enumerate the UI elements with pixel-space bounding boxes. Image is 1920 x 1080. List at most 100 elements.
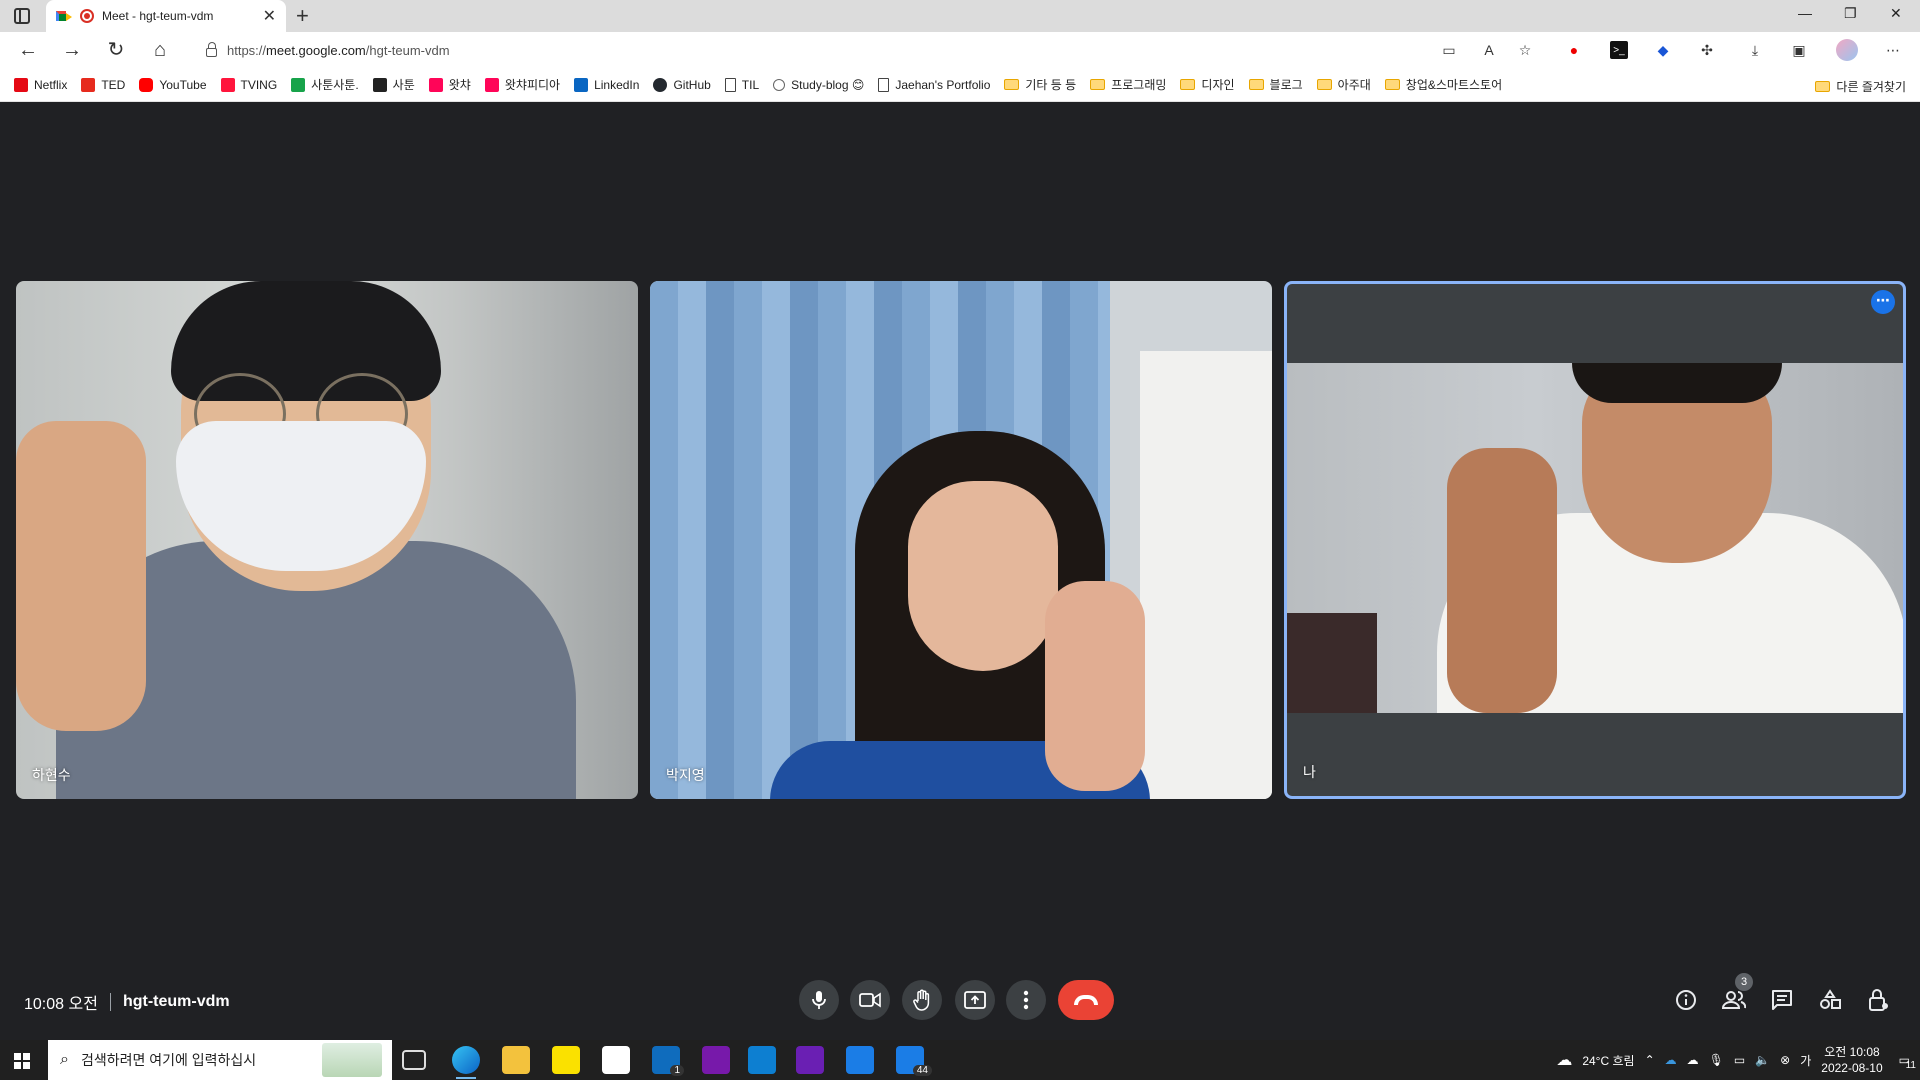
bookmark-satoon[interactable]: 사툰사툰.	[291, 76, 359, 93]
notification-center-icon[interactable]: ▭ 11	[1893, 1053, 1916, 1071]
bookmark-satoon-2[interactable]: 사툰	[372, 76, 415, 93]
windows-start-icon[interactable]	[14, 1053, 30, 1069]
show-hidden-icons-icon[interactable]: ⌃	[1645, 1053, 1655, 1067]
mail-badge: 1	[670, 1065, 684, 1076]
url-text[interactable]: https://meet.google.com/hgt-teum-vdm	[227, 43, 450, 58]
tab-meet[interactable]: Meet - hgt-teum-vdm ✕	[46, 0, 286, 32]
activities-icon[interactable]	[1818, 988, 1842, 1012]
edge-browser-icon[interactable]	[452, 1046, 480, 1079]
address-bar-row: ← → ↻ ⌂ https://meet.google.com/hgt-teum…	[0, 32, 1920, 68]
status-x-icon[interactable]: ⊗	[1780, 1053, 1790, 1067]
vscode-icon[interactable]	[748, 1046, 776, 1074]
study-blog-icon	[773, 78, 786, 91]
notion-icon[interactable]	[602, 1046, 630, 1074]
leave-call-button[interactable]	[1058, 980, 1114, 1020]
bookmark-folder-blog[interactable]: 블로그	[1248, 76, 1303, 93]
folder-icon	[1180, 79, 1196, 90]
raise-hand-button[interactable]	[902, 980, 942, 1020]
bookmark-youtube[interactable]: YouTube	[139, 77, 207, 92]
more-menu-icon[interactable]: ⋯	[1884, 41, 1902, 59]
volume-icon[interactable]: 🔈	[1755, 1053, 1770, 1067]
visual-studio-icon[interactable]	[796, 1046, 824, 1074]
bookmark-study-blog[interactable]: Study-blog 😊	[773, 78, 864, 92]
network-icon[interactable]: ▭	[1734, 1053, 1745, 1067]
minimize-icon[interactable]: —	[1798, 5, 1812, 21]
tving-icon	[220, 77, 235, 92]
tile-more-options-icon[interactable]: ⋯	[1871, 290, 1895, 314]
microphone-tray-icon[interactable]: 🎙	[1709, 1053, 1724, 1067]
back-icon[interactable]: ←	[16, 38, 40, 62]
self-video	[1287, 363, 1903, 713]
participant-tile[interactable]: 하현수	[16, 281, 638, 799]
mail-icon[interactable]: 1	[652, 1046, 684, 1076]
calendar-icon[interactable]	[846, 1046, 874, 1074]
more-options-button[interactable]	[1006, 980, 1046, 1020]
extension-blue-icon[interactable]: ◆	[1654, 41, 1672, 59]
bookmark-portfolio[interactable]: Jaehan's Portfolio	[878, 77, 990, 92]
host-controls-icon[interactable]	[1866, 988, 1890, 1012]
bookmark-til[interactable]: TIL	[724, 77, 759, 92]
profile-avatar[interactable]	[1836, 39, 1858, 61]
url-field[interactable]: https://meet.google.com/hgt-teum-vdm	[188, 36, 1558, 64]
peace-sign-hand	[1447, 448, 1557, 713]
camera-in-use-icon[interactable]: ▭	[1440, 41, 1458, 59]
bookmark-folder-startup[interactable]: 창업&스마트스토어	[1384, 76, 1502, 93]
extensions-puzzle-icon[interactable]: ✣	[1698, 41, 1716, 59]
reload-icon[interactable]: ↻	[104, 38, 128, 62]
netflix-icon	[14, 77, 28, 92]
taskbar-search-box[interactable]: ⌕ 검색하려면 여기에 입력하십시	[48, 1040, 392, 1080]
downloads-icon[interactable]: ⤓	[1746, 41, 1764, 59]
lock-icon[interactable]	[206, 41, 217, 57]
chat-icon[interactable]	[1770, 988, 1794, 1012]
new-tab-icon[interactable]: +	[296, 3, 309, 29]
people-icon[interactable]	[1722, 988, 1746, 1012]
bookmark-folder-ajou[interactable]: 아주대	[1316, 76, 1371, 93]
favorite-star-icon[interactable]: ☆	[1516, 41, 1534, 59]
bookmark-folder-design[interactable]: 디자인	[1180, 76, 1235, 93]
terminal-extension-icon[interactable]: >_	[1610, 41, 1628, 59]
restore-icon[interactable]: ❐	[1844, 5, 1857, 22]
bookmark-github[interactable]: GitHub	[653, 77, 711, 92]
weather-text[interactable]: 24°C 흐림	[1582, 1052, 1634, 1069]
bookmark-ted[interactable]: TED	[81, 77, 125, 92]
ime-icon[interactable]: 가	[1800, 1052, 1811, 1069]
participant-name: 하현수	[32, 767, 71, 783]
bookmark-other-favorites[interactable]: 다른 즐겨찾기	[1815, 78, 1906, 95]
linkedin-icon	[574, 77, 589, 92]
meeting-details-icon[interactable]	[1674, 988, 1698, 1012]
tab-close-icon[interactable]: ✕	[263, 6, 276, 26]
taskbar-clock[interactable]: 오전 10:08 2022-08-10	[1821, 1044, 1882, 1076]
present-screen-button[interactable]	[955, 980, 995, 1020]
camera-button[interactable]	[850, 980, 890, 1020]
search-highlight-tree-icon	[322, 1043, 382, 1077]
kakaotalk-icon[interactable]	[552, 1046, 580, 1074]
search-icon: ⌕	[60, 1051, 69, 1068]
bookmark-folder-etc[interactable]: 기타 등 등	[1004, 76, 1076, 93]
folder-icon	[1090, 79, 1106, 90]
bookmark-watcha[interactable]: 왓챠	[428, 76, 471, 93]
opera-extension-icon[interactable]: ●	[1565, 41, 1583, 59]
bookmark-netflix[interactable]: Netflix	[14, 77, 67, 92]
file-explorer-icon[interactable]	[502, 1046, 530, 1074]
onedrive-icon[interactable]: ☁	[1665, 1053, 1677, 1067]
bookmark-linkedin[interactable]: LinkedIn	[574, 77, 639, 92]
task-view-icon[interactable]	[402, 1050, 426, 1070]
participant-tile[interactable]: 박지영	[650, 281, 1272, 799]
self-view-tile[interactable]: ⋯ 나	[1284, 281, 1906, 799]
tab-actions-icon[interactable]	[14, 8, 30, 24]
home-icon[interactable]: ⌂	[148, 38, 172, 62]
bookmark-tving[interactable]: TVING	[220, 77, 277, 92]
bookmark-folder-programming[interactable]: 프로그래밍	[1090, 76, 1166, 93]
forward-icon[interactable]: →	[60, 38, 84, 62]
onedrive-personal-icon[interactable]: ☁	[1687, 1053, 1699, 1067]
microphone-button[interactable]	[799, 980, 839, 1020]
messaging-app-icon[interactable]: 44	[896, 1046, 932, 1076]
collections-icon[interactable]: ▣	[1790, 41, 1808, 59]
bookmark-watcha-pedia[interactable]: 왓챠피디아	[484, 76, 560, 93]
onenote-icon[interactable]	[702, 1046, 730, 1074]
meeting-time: 10:08 오전	[24, 996, 98, 1013]
cloud-weather-icon[interactable]: ☁	[1556, 1050, 1572, 1070]
read-aloud-icon[interactable]: A	[1480, 41, 1498, 59]
meeting-info: 10:08 오전 hgt-teum-vdm	[24, 990, 230, 1014]
close-window-icon[interactable]: ✕	[1890, 5, 1902, 22]
